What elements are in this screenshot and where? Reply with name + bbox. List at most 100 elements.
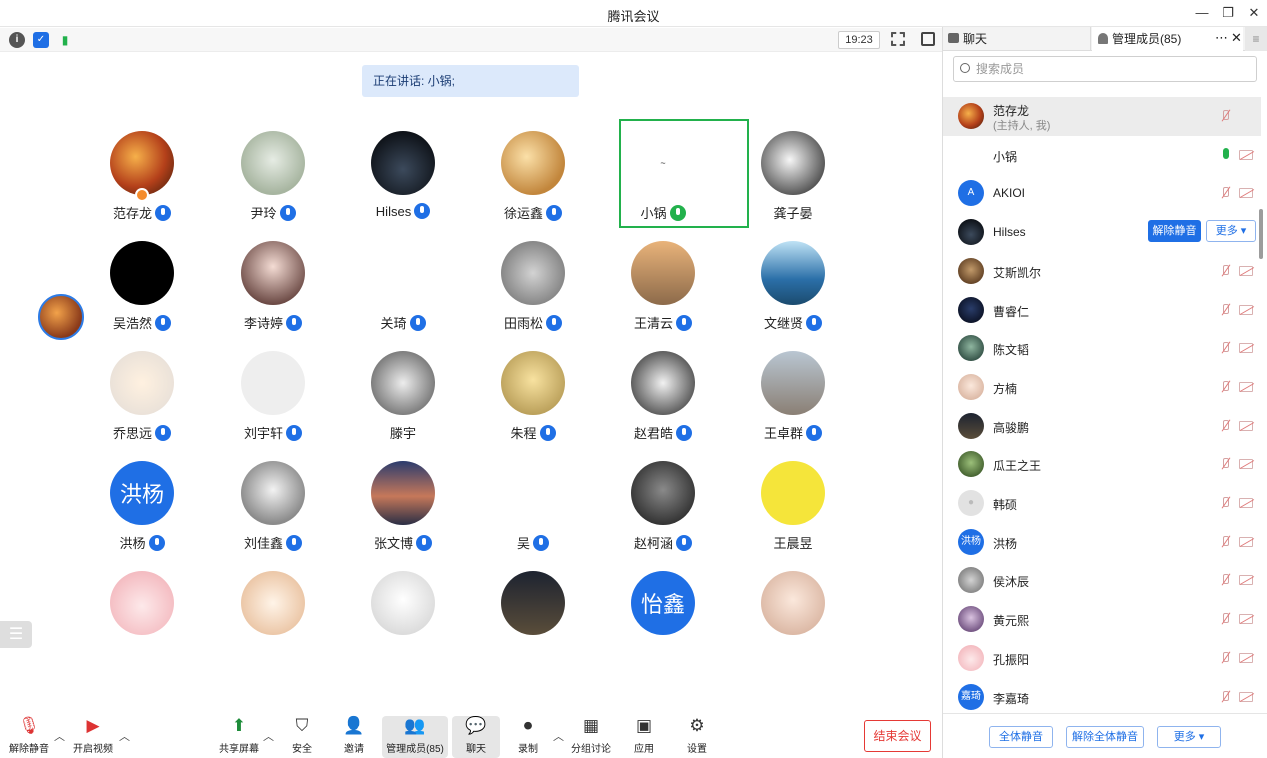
camera-off-icon[interactable] (1239, 381, 1253, 392)
participant-tile[interactable]: 赵君皓 (598, 338, 728, 448)
member-row[interactable]: 曹睿仁 (943, 291, 1261, 330)
minimize-icon[interactable]: — (1193, 4, 1211, 22)
mic-muted-icon[interactable] (1219, 264, 1231, 278)
camera-off-icon[interactable] (1239, 575, 1253, 586)
member-unmute-button[interactable]: 解除静音 (1148, 220, 1201, 243)
participant-tile[interactable]: 乔思远 (77, 338, 207, 448)
camera-off-icon[interactable] (1239, 498, 1253, 508)
member-row[interactable]: 嘉琦 李嘉琦 (943, 678, 1261, 714)
member-more-button[interactable]: 更多 ▾ (1206, 220, 1256, 243)
breakout-button[interactable]: ▦ 分组讨论 (570, 716, 612, 758)
member-row[interactable]: 黄元熙 (943, 600, 1261, 639)
sidebar-toggle-icon[interactable] (921, 32, 935, 46)
participant-tile[interactable]: 张朝阳 (338, 558, 468, 645)
self-avatar[interactable] (38, 294, 84, 340)
unmute-button[interactable]: 🎙 解除静音 (8, 716, 50, 758)
mic-muted-icon[interactable] (1219, 535, 1231, 549)
more-options-icon[interactable]: ⋯ (1215, 27, 1228, 49)
participant-tile[interactable]: 刘宇轩 (208, 338, 338, 448)
mic-muted-icon[interactable] (1219, 380, 1231, 394)
member-row[interactable]: 侯沐辰 (943, 561, 1261, 600)
participant-tile[interactable]: 方楠 (728, 558, 858, 645)
list-view-icon[interactable]: ☰ (0, 621, 32, 648)
footer-more-button[interactable]: 更多 ▾ (1157, 726, 1221, 748)
participant-tile[interactable]: 赵柯涵 (598, 448, 728, 558)
mic-muted-icon[interactable] (1219, 457, 1231, 471)
security-button[interactable]: ⛉ 安全 (288, 716, 316, 758)
invite-button[interactable]: 👤 邀请 (340, 716, 368, 758)
participant-tile[interactable]: 王晨昱 (728, 448, 858, 558)
mic-muted-icon[interactable] (1219, 303, 1231, 317)
mic-muted-icon[interactable] (1219, 186, 1231, 200)
search-members-input[interactable]: 搜索成员 (953, 56, 1257, 82)
settings-button[interactable]: ⚙ 设置 (683, 716, 711, 758)
member-row[interactable]: 陈文韬 (943, 329, 1261, 368)
participant-tile[interactable]: 文继贤 (728, 228, 858, 338)
fullscreen-icon[interactable] (891, 32, 905, 46)
participant-tile[interactable]: 王清云 (598, 228, 728, 338)
camera-off-icon[interactable] (1239, 265, 1253, 276)
participant-tile[interactable]: 徐运鑫 (468, 118, 598, 228)
participant-tile[interactable]: 吴 (468, 448, 598, 558)
camera-off-icon[interactable] (1239, 652, 1253, 663)
participant-tile[interactable]: 龚子晏 (728, 118, 858, 228)
start-video-button[interactable]: ▶ 开启视频 (70, 716, 116, 758)
member-row[interactable]: A AKIOI (943, 174, 1261, 213)
participant-tile[interactable]: 田雨松 (468, 228, 598, 338)
mute-all-button[interactable]: 全体静音 (989, 726, 1053, 748)
member-row[interactable]: 方楠 (943, 368, 1261, 407)
participant-tile[interactable]: 杨淑霏 (208, 558, 338, 645)
member-list-scrollbar[interactable] (1259, 209, 1263, 259)
camera-off-icon[interactable] (1239, 459, 1253, 470)
participant-tile[interactable]: 张文博 (338, 448, 468, 558)
mic-muted-icon[interactable] (1219, 573, 1231, 587)
participant-tile[interactable]: 范存龙 (77, 118, 207, 228)
participant-tile[interactable]: 朱程 (468, 338, 598, 448)
camera-off-icon[interactable] (1239, 304, 1253, 315)
participant-tile[interactable]: 王卓群 (728, 338, 858, 448)
participant-tile[interactable]: 高骏鹏 (468, 558, 598, 645)
member-row[interactable]: 瓜王之王 (943, 445, 1261, 484)
member-row[interactable]: ● 韩硕 (943, 484, 1261, 523)
audio-options-caret[interactable]: ︿ (54, 728, 65, 744)
camera-off-icon[interactable] (1239, 691, 1253, 702)
camera-off-icon[interactable] (1239, 614, 1253, 625)
share-screen-button[interactable]: ⬆ 共享屏幕 (218, 716, 260, 758)
participant-tile[interactable]: Hilses (338, 118, 468, 228)
participant-tile[interactable]: 关琦 (338, 228, 468, 338)
participant-tile[interactable]: 尹玲 (208, 118, 338, 228)
tab-chat[interactable]: 聊天 (943, 27, 1091, 51)
manage-members-button[interactable]: 👥 管理成员(85) (382, 716, 448, 758)
member-row[interactable]: Hilses 解除静音 更多 ▾ (943, 213, 1261, 252)
member-row[interactable]: 孔振阳 (943, 639, 1261, 678)
chat-button[interactable]: 💬 聊天 (452, 716, 500, 758)
mic-muted-icon[interactable] (1219, 651, 1231, 665)
shield-icon[interactable]: ✓ (33, 32, 49, 48)
participant-tile[interactable]: 李诗婷 (208, 228, 338, 338)
close-panel-icon[interactable]: ✕ (1231, 27, 1242, 49)
video-options-caret[interactable]: ︿ (119, 728, 130, 744)
unmute-all-button[interactable]: 解除全体静音 (1066, 726, 1144, 748)
camera-off-icon[interactable] (1239, 149, 1253, 160)
share-options-caret[interactable]: ︿ (263, 728, 274, 744)
camera-off-icon[interactable] (1239, 536, 1253, 547)
record-options-caret[interactable]: ︿ (553, 728, 564, 744)
member-row[interactable]: 洪杨 洪杨 (943, 523, 1261, 562)
participant-tile[interactable]: 刘佳鑫 (208, 448, 338, 558)
record-button[interactable]: ⏺ 录制 (514, 716, 542, 758)
signal-icon[interactable]: ▮ (57, 32, 73, 48)
participant-tile[interactable]: 黄子郝 (77, 558, 207, 645)
member-row[interactable]: 高骏鹏 (943, 407, 1261, 446)
participant-tile[interactable]: 滕宇 (338, 338, 468, 448)
camera-off-icon[interactable] (1239, 188, 1253, 199)
camera-off-icon[interactable] (1239, 420, 1253, 431)
member-row[interactable]: 艾斯凯尔 (943, 252, 1261, 291)
apps-button[interactable]: ▣ 应用 (630, 716, 658, 758)
member-row[interactable]: 范存龙 (主持人, 我) (943, 97, 1261, 136)
end-meeting-button[interactable]: 结束会议 (864, 720, 931, 752)
mic-muted-icon[interactable] (1219, 109, 1231, 123)
mic-on-icon[interactable] (1223, 147, 1229, 159)
mic-muted-icon[interactable] (1219, 496, 1231, 510)
camera-off-icon[interactable] (1239, 343, 1253, 354)
mic-muted-icon[interactable] (1219, 612, 1231, 626)
